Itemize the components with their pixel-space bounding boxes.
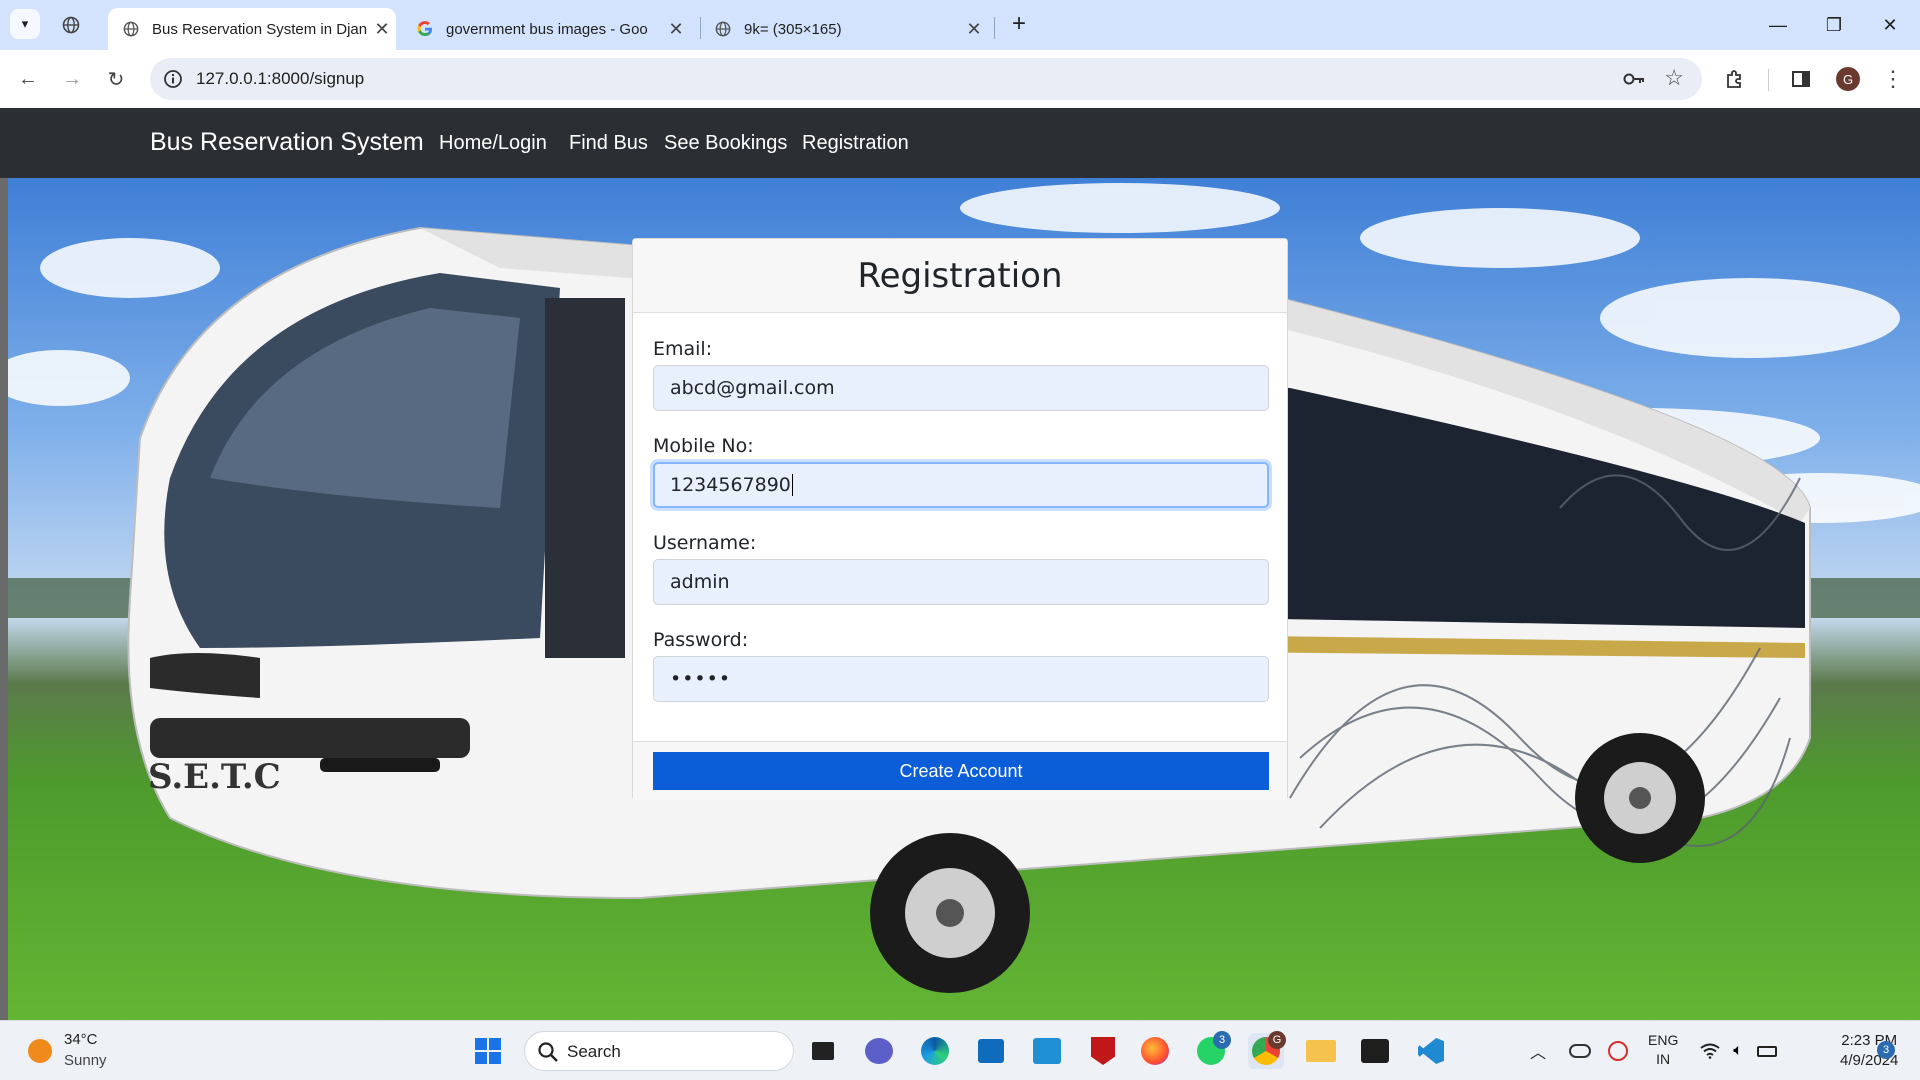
tab-google-images[interactable]: government bus images - Goo ✕ xyxy=(402,8,690,50)
bus-livery-text: S.E.T.C xyxy=(148,757,281,797)
mobile-value: 1234567890 xyxy=(670,474,791,496)
globe-icon[interactable] xyxy=(58,12,84,38)
close-tab-icon[interactable]: ✕ xyxy=(960,19,988,40)
username-field[interactable]: admin xyxy=(653,559,1269,605)
whatsapp-notification-badge: 3 xyxy=(1213,1031,1231,1049)
card-footer: Create Account xyxy=(633,741,1287,800)
show-hidden-icons-chevron-icon[interactable]: ︿ xyxy=(1520,1033,1556,1069)
tab-title: 9k= (305×165) xyxy=(744,20,842,38)
password-field[interactable]: ••••• xyxy=(653,656,1269,702)
language-indicator[interactable]: ENG IN xyxy=(1648,1031,1678,1069)
browser-tab-strip: ▾ Bus Reservation System in Djan ✕ gover… xyxy=(0,0,1920,50)
email-label: Email: xyxy=(653,338,713,360)
edge-browser-icon[interactable] xyxy=(917,1033,953,1069)
profile-avatar[interactable]: G xyxy=(1836,67,1860,91)
sync-update-icon[interactable] xyxy=(1600,1033,1636,1069)
new-tab-plus-icon[interactable]: + xyxy=(1004,10,1034,40)
region-code: IN xyxy=(1656,1051,1671,1067)
vscode-icon[interactable] xyxy=(1413,1033,1449,1069)
registration-card: Registration Email: abcd@gmail.com Mobil… xyxy=(632,238,1288,800)
email-value: abcd@gmail.com xyxy=(670,377,835,399)
windows-taskbar: 34°C Sunny Search 3 G ︿ ENG IN 🔈︎ 2:23 P… xyxy=(0,1020,1920,1080)
browser-toolbar: ← → ↻ 127.0.0.1:8000/signup ☆ ⋮ xyxy=(0,50,1920,108)
task-view-icon[interactable] xyxy=(805,1033,841,1069)
card-header: Registration xyxy=(633,239,1287,313)
mobile-label: Mobile No: xyxy=(653,435,754,457)
username-value: admin xyxy=(670,571,730,593)
teams-chat-icon[interactable] xyxy=(861,1033,897,1069)
nav-link-registration[interactable]: Registration xyxy=(802,132,909,155)
forward-arrow-icon[interactable]: → xyxy=(56,63,88,95)
tab-search-chevron-icon[interactable]: ▾ xyxy=(10,9,40,39)
username-label: Username: xyxy=(653,532,757,554)
navbar-brand[interactable]: Bus Reservation System xyxy=(150,128,424,157)
bookmark-star-icon[interactable]: ☆ xyxy=(1664,65,1684,91)
create-account-button[interactable]: Create Account xyxy=(653,752,1269,790)
password-key-icon[interactable] xyxy=(1622,68,1646,90)
side-panel-icon[interactable] xyxy=(1786,64,1816,94)
address-bar[interactable]: 127.0.0.1:8000/signup ☆ xyxy=(150,58,1702,100)
text-caret xyxy=(791,474,793,496)
weather-temperature[interactable]: 34°C xyxy=(64,1031,98,1048)
tab-separator xyxy=(994,17,995,39)
reload-icon[interactable]: ↻ xyxy=(100,63,132,95)
volume-speaker-icon[interactable]: 🔈︎ xyxy=(1724,1033,1752,1069)
password-label: Password: xyxy=(653,629,749,651)
mcafee-shield-icon[interactable] xyxy=(1085,1033,1121,1069)
close-window-icon[interactable]: ✕ xyxy=(1862,0,1918,50)
search-label: Search xyxy=(567,1042,621,1061)
terminal-icon[interactable] xyxy=(1357,1033,1393,1069)
tab-bus-reservation[interactable]: Bus Reservation System in Djan ✕ xyxy=(108,8,396,50)
taskbar-search-input[interactable]: Search xyxy=(524,1031,794,1071)
restore-icon[interactable]: ❐ xyxy=(1806,0,1862,50)
nav-link-see-bookings[interactable]: See Bookings xyxy=(664,132,787,155)
site-navbar: Bus Reservation System Home/Login Find B… xyxy=(0,108,1920,178)
firefox-icon[interactable] xyxy=(1137,1033,1173,1069)
sun-weather-icon[interactable] xyxy=(28,1039,52,1063)
close-tab-icon[interactable]: ✕ xyxy=(662,19,690,40)
search-icon xyxy=(538,1042,558,1062)
web-page: Bus Reservation System Home/Login Find B… xyxy=(0,108,1920,1020)
hero-background-bus-image: S.E.T.C Registration Email: abcd@gmail.c… xyxy=(0,178,1920,1020)
weather-condition[interactable]: Sunny xyxy=(64,1052,107,1069)
chrome-profile-badge: G xyxy=(1268,1031,1286,1049)
nav-link-find-bus[interactable]: Find Bus xyxy=(569,132,648,155)
tab-image-preview[interactable]: 9k= (305×165) ✕ xyxy=(700,8,988,50)
notification-count-badge[interactable]: 3 xyxy=(1877,1041,1895,1059)
wifi-icon[interactable] xyxy=(1696,1033,1724,1069)
back-arrow-icon[interactable]: ← xyxy=(12,63,44,95)
file-explorer-folder-icon[interactable] xyxy=(1303,1033,1339,1069)
google-icon xyxy=(416,20,434,38)
email-field[interactable]: abcd@gmail.com xyxy=(653,365,1269,411)
battery-icon[interactable] xyxy=(1752,1033,1782,1069)
password-value: ••••• xyxy=(670,668,732,690)
globe-icon xyxy=(714,20,732,38)
tab-title: Bus Reservation System in Djan xyxy=(152,20,368,38)
tab-title: government bus images - Goo xyxy=(446,20,648,38)
globe-icon xyxy=(122,20,140,38)
minimize-icon[interactable]: — xyxy=(1750,0,1806,50)
microsoft-store-icon[interactable] xyxy=(973,1033,1009,1069)
toolbar-divider xyxy=(1768,69,1769,91)
language-code: ENG xyxy=(1648,1032,1679,1048)
windows-start-icon[interactable] xyxy=(470,1033,506,1069)
site-info-icon[interactable] xyxy=(162,68,184,90)
onedrive-cloud-icon[interactable] xyxy=(1562,1033,1598,1069)
close-tab-icon[interactable]: ✕ xyxy=(368,19,396,40)
mobile-number-field[interactable]: 1234567890 xyxy=(653,462,1269,508)
url-text: 127.0.0.1:8000/signup xyxy=(196,69,365,88)
form-title: Registration xyxy=(857,256,1063,296)
extensions-puzzle-icon[interactable] xyxy=(1720,64,1750,94)
mysql-workbench-icon[interactable] xyxy=(1029,1033,1065,1069)
nav-link-home-login[interactable]: Home/Login xyxy=(439,132,547,155)
menu-kebab-icon[interactable]: ⋮ xyxy=(1878,64,1908,94)
